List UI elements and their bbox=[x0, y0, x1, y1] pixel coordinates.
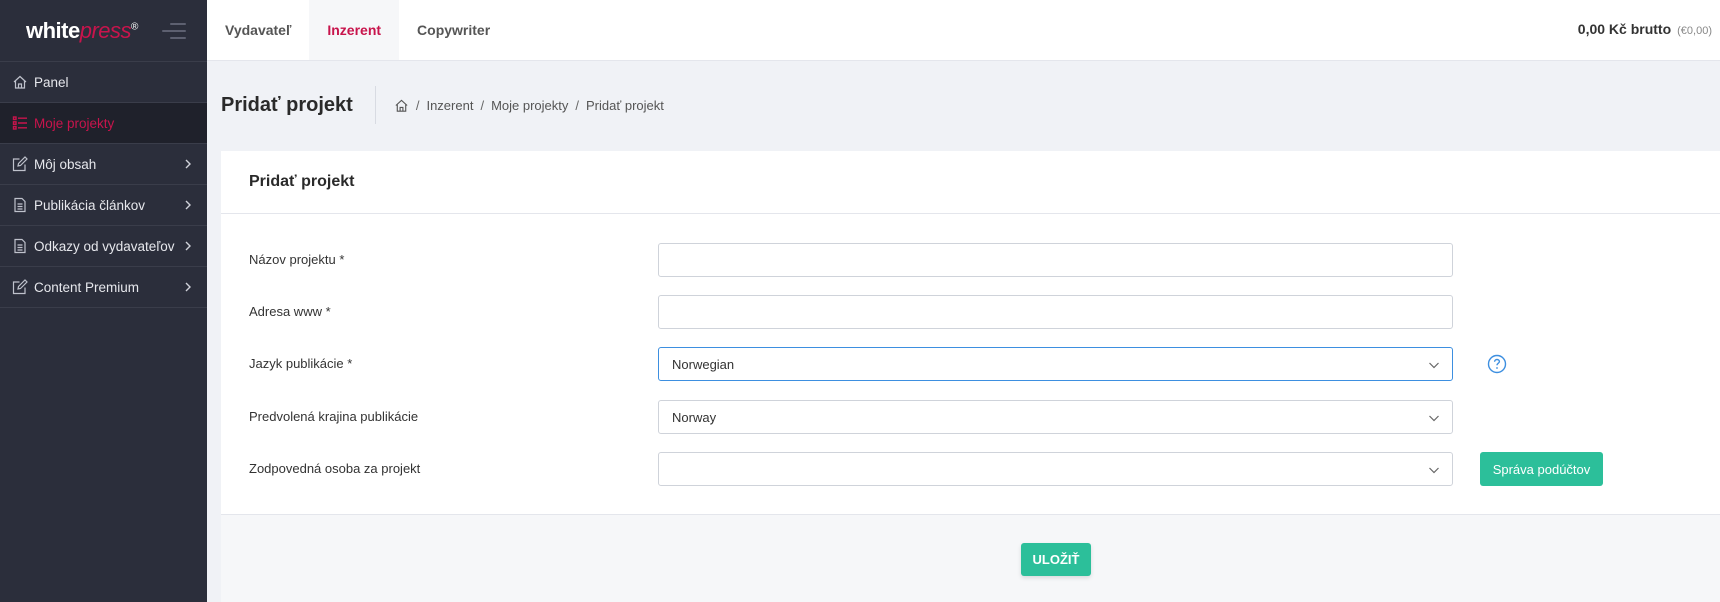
chevron-right-icon bbox=[185, 241, 191, 251]
breadcrumb-item-inzerent[interactable]: Inzerent bbox=[426, 98, 473, 113]
language-select[interactable]: Norwegian bbox=[658, 347, 1453, 381]
sidebar-item-label: Publikácia článkov bbox=[34, 197, 146, 213]
sidebar-item-moje-projekty[interactable]: Moje projekty bbox=[0, 103, 207, 144]
breadcrumb: / Inzerent / Moje projekty / Pridať proj… bbox=[376, 98, 664, 113]
name-label: Názov projektu * bbox=[249, 252, 345, 267]
breadcrumb-separator: / bbox=[415, 97, 420, 113]
card-footer: ULOŽIŤ bbox=[221, 514, 1720, 602]
project-name-input[interactable] bbox=[658, 243, 1453, 277]
breadcrumb-separator: / bbox=[575, 97, 580, 113]
edit-icon bbox=[11, 156, 28, 173]
save-button[interactable]: ULOŽIŤ bbox=[1021, 543, 1091, 576]
breadcrumb-item-moje-projekty[interactable]: Moje projekty bbox=[491, 98, 568, 113]
website-url-input[interactable] bbox=[658, 295, 1453, 329]
list-icon bbox=[11, 115, 28, 132]
page-header: Pridať projekt / Inzerent / Moje projekt… bbox=[221, 86, 664, 124]
breadcrumb-item-current: Pridať projekt bbox=[586, 97, 664, 113]
balance-eur: (€0,00) bbox=[1677, 25, 1712, 37]
help-icon[interactable] bbox=[1487, 354, 1507, 374]
responsible-person-select[interactable] bbox=[658, 452, 1453, 486]
menu-toggle-icon[interactable] bbox=[161, 22, 186, 39]
sidebar-item-label: Môj obsah bbox=[34, 156, 97, 172]
manage-subaccounts-button[interactable]: Správa podúčtov bbox=[1480, 452, 1603, 486]
chevron-right-icon bbox=[185, 282, 191, 292]
logo-press-text: press bbox=[79, 17, 132, 43]
person-label: Zodpovedná osoba za projekt bbox=[249, 461, 421, 476]
logo[interactable]: whitepress® bbox=[26, 18, 138, 44]
tab-vydavatel[interactable]: Vydavateľ bbox=[207, 0, 309, 60]
tab-inzerent[interactable]: Inzerent bbox=[309, 0, 400, 60]
sidebar-item-odkazy-od-vydavatelov[interactable]: Odkazy od vydavateľov bbox=[0, 226, 207, 267]
breadcrumb-separator: / bbox=[480, 97, 485, 113]
account-balance[interactable]: 0,00 Kč brutto (€0,00) bbox=[1578, 21, 1712, 37]
form-row-person: Zodpovedná osoba za projekt Správa podúč… bbox=[221, 452, 1720, 486]
balance-amount: 0,00 Kč brutto bbox=[1577, 21, 1672, 37]
language-label: Jazyk publikácie * bbox=[249, 356, 353, 371]
top-bar: Vydavateľ Inzerent Copywriter 0,00 Kč br… bbox=[207, 0, 1720, 61]
sidebar-item-label: Content Premium bbox=[34, 279, 140, 295]
chevron-down-icon bbox=[1429, 415, 1439, 422]
country-label: Predvolená krajina publikácie bbox=[249, 409, 419, 424]
url-label: Adresa www * bbox=[249, 304, 331, 319]
home-icon bbox=[11, 74, 28, 91]
form-row-language: Jazyk publikácie * Norwegian bbox=[221, 347, 1720, 381]
card-title: Pridať projekt bbox=[221, 151, 1720, 214]
form-row-url: Adresa www * bbox=[221, 295, 1720, 329]
logo-registered: ® bbox=[131, 21, 138, 33]
edit-icon bbox=[11, 279, 28, 296]
chevron-down-icon bbox=[1429, 362, 1439, 369]
page-title: Pridať projekt bbox=[221, 86, 376, 124]
logo-white-text: white bbox=[26, 17, 80, 43]
sidebar-item-panel[interactable]: Panel bbox=[0, 62, 207, 103]
sidebar-item-label: Moje projekty bbox=[34, 115, 115, 131]
form-row-country: Predvolená krajina publikácie Norway bbox=[221, 400, 1720, 434]
form-row-name: Názov projektu * bbox=[221, 243, 1720, 277]
document-icon bbox=[11, 238, 28, 255]
sidebar-item-label: Panel bbox=[34, 74, 69, 90]
country-value: Norway bbox=[672, 409, 717, 425]
home-icon[interactable] bbox=[394, 98, 409, 113]
form-card: Pridať projekt Názov projektu * Adresa w… bbox=[221, 151, 1720, 602]
chevron-right-icon bbox=[185, 159, 191, 169]
tab-copywriter[interactable]: Copywriter bbox=[399, 0, 508, 60]
sidebar-item-label: Odkazy od vydavateľov bbox=[34, 238, 175, 254]
country-select[interactable]: Norway bbox=[658, 400, 1453, 434]
chevron-right-icon bbox=[185, 200, 191, 210]
sidebar-item-publikacia-clankov[interactable]: Publikácia článkov bbox=[0, 185, 207, 226]
language-value: Norwegian bbox=[672, 356, 735, 372]
chevron-down-icon bbox=[1429, 467, 1439, 474]
sidebar-item-moj-obsah[interactable]: Môj obsah bbox=[0, 144, 207, 185]
logo-bar: whitepress® bbox=[0, 0, 207, 62]
sidebar-item-content-premium[interactable]: Content Premium bbox=[0, 267, 207, 308]
sidebar: whitepress® Panel Moje projekty Môj obsa… bbox=[0, 0, 207, 602]
document-icon bbox=[11, 197, 28, 214]
